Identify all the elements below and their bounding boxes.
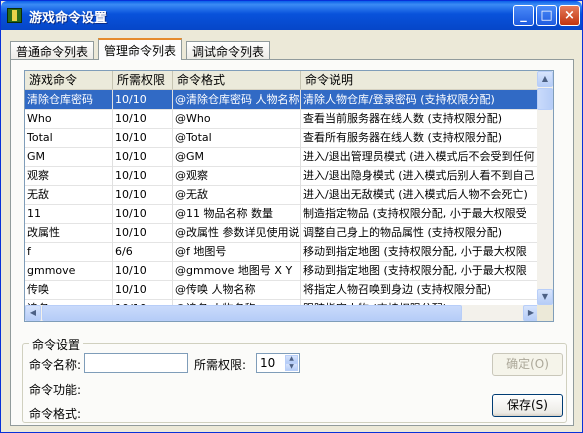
command-settings-window: 游戏命令设置 _ □ × 普通命令列表 管理命令列表 调试命令列表 游戏命令 所…	[0, 0, 583, 433]
cell-desc: 查看所有服务器在线人数 (支持权限分配)	[301, 128, 539, 147]
cell-desc: 移动到指定地图 (支持权限分配, 小于最大权限	[301, 242, 539, 261]
permission-label: 所需权限:	[194, 358, 247, 372]
list-header: 游戏命令 所需权限 命令格式 命令说明	[25, 71, 539, 90]
table-row[interactable]: 改属性 10/10 @改属性 参数详见使用说 调整自己身上的物品属性 (支持权限分配)	[25, 223, 539, 243]
permission-spinner[interactable]: 10 ▲ ▼	[256, 353, 300, 373]
spin-down-icon[interactable]: ▼	[285, 363, 298, 371]
cell-format: @观察	[173, 166, 301, 185]
cell-desc: 制造指定物品 (支持权限分配, 小于最大权限受	[301, 204, 539, 223]
cell-cmd: GM	[25, 147, 113, 166]
close-button[interactable]: ×	[559, 5, 580, 26]
cell-perm: 10/10	[113, 90, 173, 109]
save-button[interactable]: 保存(S)	[492, 394, 563, 417]
cell-desc: 进入/退出管理员模式 (进入模式后不会受到任何	[301, 147, 539, 166]
cell-perm: 10/10	[113, 223, 173, 242]
permission-value: 10	[260, 356, 276, 370]
table-row[interactable]: GM 10/10 @GM 进入/退出管理员模式 (进入模式后不会受到任何	[25, 147, 539, 167]
command-name-label: 命令名称:	[29, 358, 82, 372]
column-header-command[interactable]: 游戏命令	[25, 71, 113, 89]
scroll-up-icon[interactable]: ▲	[537, 71, 553, 87]
table-row[interactable]: 传唤 10/10 @传唤 人物名称 将指定人物召唤到身边 (支持权限分配)	[25, 280, 539, 300]
cell-perm: 10/10	[113, 166, 173, 185]
confirm-button[interactable]: 确定(O)	[492, 353, 563, 376]
scrollbar-corner	[537, 305, 553, 321]
cell-cmd: 传唤	[25, 280, 113, 299]
cell-cmd: 11	[25, 204, 113, 223]
command-function-label: 命令功能:	[29, 383, 82, 397]
horizontal-scroll-thumb[interactable]	[42, 305, 462, 321]
tab-normal-commands[interactable]: 普通命令列表	[10, 41, 95, 59]
command-format-label: 命令格式:	[29, 407, 82, 421]
cell-perm: 10/10	[113, 204, 173, 223]
cell-desc: 将指定人物召唤到身边 (支持权限分配)	[301, 280, 539, 299]
title-bar[interactable]: 游戏命令设置 _ □ ×	[1, 1, 582, 30]
cell-desc: 移动到指定地图 (支持权限分配, 小于最大权限	[301, 261, 539, 280]
cell-desc: 清除人物仓库/登录密码 (支持权限分配)	[301, 90, 539, 109]
table-row[interactable]: 无敌 10/10 @无敌 进入/退出无敌模式 (进入模式后人物不会死亡)	[25, 185, 539, 205]
table-row[interactable]: gmmove 10/10 @gmmove 地图号 X Y 移动到指定地图 (支持权限分…	[25, 261, 539, 281]
command-name-input[interactable]	[84, 353, 188, 373]
cell-format: @Total	[173, 128, 301, 147]
cell-cmd: 观察	[25, 166, 113, 185]
scroll-left-icon[interactable]: ◀	[25, 305, 41, 321]
command-settings-group: 命令设置 命令名称: 所需权限: 10 ▲ ▼ 命令功能: 命令格式: 确定(O…	[22, 336, 567, 423]
table-row[interactable]: 11 10/10 @11 物品名称 数量 制造指定物品 (支持权限分配, 小于最大权限…	[25, 204, 539, 224]
table-row[interactable]: 观察 10/10 @观察 进入/退出隐身模式 (进入模式后别人看不到自己	[25, 166, 539, 186]
maximize-button[interactable]: □	[536, 5, 557, 26]
tab-panel: 游戏命令 所需权限 命令格式 命令说明 清除仓库密码 10/10 @清除仓库密码 人…	[10, 59, 574, 426]
app-icon	[7, 8, 22, 23]
cell-format: @Who	[173, 109, 301, 128]
table-row[interactable]: Total 10/10 @Total 查看所有服务器在线人数 (支持权限分配)	[25, 128, 539, 148]
cell-perm: 10/10	[113, 147, 173, 166]
window-title: 游戏命令设置	[29, 11, 108, 26]
cell-perm: 6/6	[113, 242, 173, 261]
cell-perm: 10/10	[113, 261, 173, 280]
cell-format: @传唤 人物名称	[173, 280, 301, 299]
cell-cmd: 清除仓库密码	[25, 90, 113, 109]
cell-cmd: Who	[25, 109, 113, 128]
command-list[interactable]: 游戏命令 所需权限 命令格式 命令说明 清除仓库密码 10/10 @清除仓库密码 人…	[24, 70, 554, 322]
column-header-permission[interactable]: 所需权限	[113, 71, 173, 89]
cell-format: @GM	[173, 147, 301, 166]
cell-perm: 10/10	[113, 280, 173, 299]
cell-format: @f 地图号	[173, 242, 301, 261]
cell-cmd: f	[25, 242, 113, 261]
cell-perm: 10/10	[113, 185, 173, 204]
cell-perm: 10/10	[113, 109, 173, 128]
table-row[interactable]: 清除仓库密码 10/10 @清除仓库密码 人物名称 清除人物仓库/登录密码 (支持权限…	[25, 90, 539, 110]
table-row[interactable]: Who 10/10 @Who 查看当前服务器在线人数 (支持权限分配)	[25, 109, 539, 129]
column-header-description[interactable]: 命令说明	[301, 71, 539, 89]
tab-debug-commands[interactable]: 调试命令列表	[186, 41, 271, 59]
cell-format: @gmmove 地图号 X Y	[173, 261, 301, 280]
command-list-viewport: 游戏命令 所需权限 命令格式 命令说明 清除仓库密码 10/10 @清除仓库密码 人…	[25, 71, 539, 305]
scroll-down-icon[interactable]: ▼	[537, 289, 553, 305]
vertical-scroll-thumb[interactable]	[537, 88, 553, 110]
cell-desc: 进入/退出隐身模式 (进入模式后别人看不到自己	[301, 166, 539, 185]
horizontal-scrollbar[interactable]: ◀ ▶	[25, 305, 539, 321]
cell-perm: 10/10	[113, 128, 173, 147]
tab-admin-commands[interactable]: 管理命令列表	[98, 38, 183, 60]
cell-format: @11 物品名称 数量	[173, 204, 301, 223]
cell-desc: 进入/退出无敌模式 (进入模式后人物不会死亡)	[301, 185, 539, 204]
cell-cmd: gmmove	[25, 261, 113, 280]
cell-cmd: 改属性	[25, 223, 113, 242]
group-title: 命令设置	[29, 336, 84, 353]
spin-up-icon[interactable]: ▲	[285, 355, 298, 363]
minimize-button[interactable]: _	[513, 5, 534, 26]
cell-desc: 查看当前服务器在线人数 (支持权限分配)	[301, 109, 539, 128]
cell-format: @清除仓库密码 人物名称	[173, 90, 301, 109]
cell-cmd: Total	[25, 128, 113, 147]
cell-desc: 调整自己身上的物品属性 (支持权限分配)	[301, 223, 539, 242]
column-header-format[interactable]: 命令格式	[173, 71, 301, 89]
cell-format: @无敌	[173, 185, 301, 204]
table-row[interactable]: f 6/6 @f 地图号 移动到指定地图 (支持权限分配, 小于最大权限	[25, 242, 539, 262]
cell-cmd: 无敌	[25, 185, 113, 204]
vertical-scrollbar[interactable]: ▲ ▼	[537, 71, 553, 305]
cell-format: @改属性 参数详见使用说	[173, 223, 301, 242]
